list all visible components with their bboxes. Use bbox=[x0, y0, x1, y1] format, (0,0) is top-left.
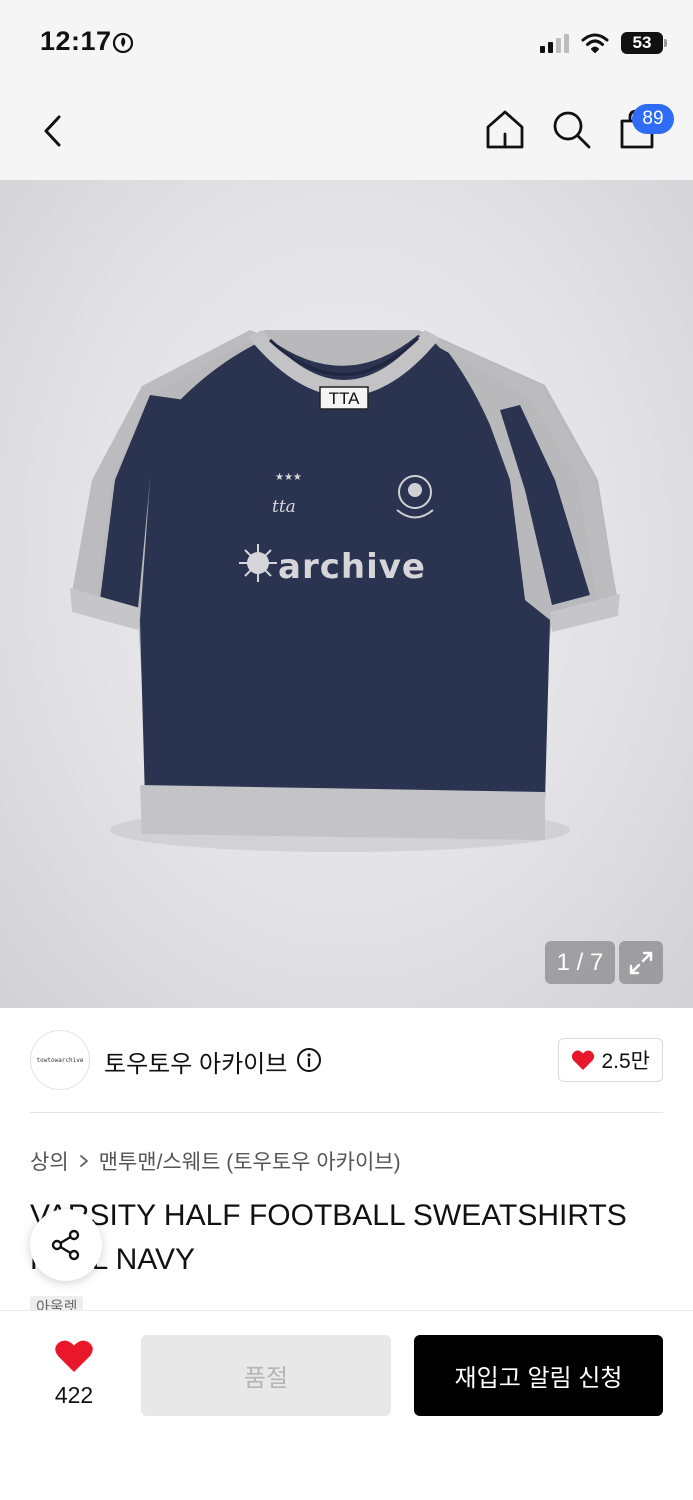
brand-like-count: 2.5만 bbox=[601, 1050, 650, 1073]
share-icon bbox=[51, 1229, 80, 1261]
expand-icon bbox=[629, 951, 653, 974]
image-page-indicator: 1 / 7 bbox=[545, 941, 615, 984]
status-time: 12:17 bbox=[40, 26, 112, 56]
shirt-neck-label: TTA bbox=[329, 389, 361, 408]
battery-indicator: 53 bbox=[621, 32, 667, 54]
expand-image-button[interactable] bbox=[619, 941, 663, 984]
brand-logo[interactable]: towtowarchive bbox=[30, 1030, 90, 1090]
shirt-archive-print: archive bbox=[278, 547, 426, 587]
back-arrow-icon[interactable] bbox=[30, 108, 76, 154]
top-nav-bar bbox=[0, 86, 693, 180]
focus-flame-icon bbox=[112, 32, 134, 53]
soldout-button: 품절 bbox=[141, 1335, 391, 1416]
product-image-gallery[interactable]: TTA tta ★★★ archive 1 / 7 bbox=[0, 180, 693, 1008]
info-icon[interactable] bbox=[296, 1047, 322, 1073]
home-icon[interactable] bbox=[482, 106, 528, 152]
shirt-tta-emblem: tta bbox=[272, 497, 296, 517]
status-bar: 12:17 53 bbox=[0, 0, 693, 86]
bottom-action-bar: 422 품절 재입고 알림 신청 bbox=[0, 1310, 693, 1500]
restock-alert-button[interactable]: 재입고 알림 신청 bbox=[414, 1335, 663, 1416]
breadcrumb: 상의 맨투맨/스웨트 (토우토우 아카이브) bbox=[30, 1146, 401, 1176]
share-button[interactable] bbox=[30, 1209, 102, 1281]
breadcrumb-item-category[interactable]: 맨투맨/스웨트 (토우토우 아카이브) bbox=[99, 1146, 401, 1176]
product-photo-sweatshirt: TTA tta ★★★ archive bbox=[70, 330, 620, 852]
brand-row[interactable]: towtowarchive 토우토우 아카이브 2.5만 bbox=[30, 1030, 663, 1090]
heart-icon bbox=[572, 1050, 595, 1070]
brand-name[interactable]: 토우토우 아카이브 bbox=[104, 1044, 287, 1079]
breadcrumb-item-top[interactable]: 상의 bbox=[30, 1146, 69, 1176]
cellular-signal-icon bbox=[540, 33, 569, 53]
brand-like-button[interactable]: 2.5만 bbox=[558, 1038, 663, 1082]
cart-count-badge: 89 bbox=[632, 104, 674, 134]
heart-icon bbox=[55, 1340, 93, 1372]
product-title: VARSITY HALF FOOTBALL SWEATSHIRTS REAL N… bbox=[30, 1199, 627, 1276]
section-divider bbox=[30, 1112, 663, 1113]
search-icon[interactable] bbox=[548, 106, 594, 152]
chevron-right-icon bbox=[79, 1155, 88, 1167]
wishlist-button[interactable]: 422 bbox=[40, 1339, 108, 1409]
svg-text:★★★: ★★★ bbox=[275, 472, 302, 483]
wishlist-count: 422 bbox=[54, 1382, 94, 1408]
wifi-icon bbox=[581, 33, 609, 53]
